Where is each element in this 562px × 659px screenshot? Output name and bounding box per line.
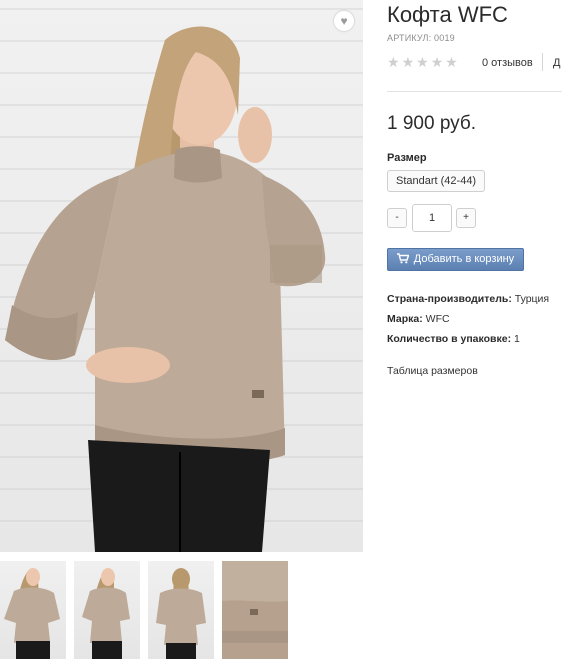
product-price: 1 900 руб. (387, 113, 477, 134)
star-icon[interactable]: ★ (387, 55, 400, 69)
product-properties: Страна-производитель: Турция Марка: WFC … (387, 292, 549, 352)
reviews-link[interactable]: 0 отзывов (482, 57, 533, 69)
size-label: Размер (387, 152, 427, 164)
thumbnail-1[interactable] (0, 561, 66, 659)
property-name: Страна-производитель: (387, 293, 512, 305)
thumbnail-3[interactable] (148, 561, 214, 659)
main-product-image[interactable]: ♥ (0, 0, 363, 552)
property-value: Турция (514, 293, 550, 305)
property-value: WFC (425, 313, 450, 325)
property-row: Страна-производитель: Турция (387, 292, 549, 312)
add-to-cart-label: Добавить в корзину (413, 253, 515, 265)
thumbnail-4[interactable] (222, 561, 288, 659)
size-table-link[interactable]: Таблица размеров (387, 365, 478, 377)
star-icon[interactable]: ★ (402, 55, 415, 69)
thumbnail-strip (0, 561, 300, 659)
product-sku: АРТИКУЛ: 0019 (387, 33, 455, 43)
property-row: Количество в упаковке: 1 (387, 332, 549, 352)
quantity-input[interactable] (412, 204, 452, 232)
star-icon[interactable]: ★ (431, 55, 444, 69)
divider (542, 53, 543, 71)
wishlist-heart-icon[interactable]: ♥ (334, 11, 354, 31)
property-value: 1 (514, 333, 520, 345)
add-to-cart-button[interactable]: Добавить в корзину (387, 248, 524, 271)
thumbnail-2[interactable] (74, 561, 140, 659)
shopping-cart-icon (396, 252, 410, 267)
property-name: Марка: (387, 313, 423, 325)
property-name: Количество в упаковке: (387, 333, 512, 345)
divider (387, 91, 562, 92)
quantity-minus-button[interactable]: - (387, 208, 407, 228)
model-illustration (5, 26, 326, 552)
star-icon[interactable]: ★ (445, 55, 458, 69)
rating-stars[interactable]: ★ ★ ★ ★ ★ (387, 55, 458, 69)
quantity-plus-button[interactable]: + (456, 208, 476, 228)
star-icon[interactable]: ★ (416, 55, 429, 69)
size-option-button[interactable]: Standart (42-44) (387, 170, 486, 192)
truncated-link[interactable]: Д (553, 57, 560, 69)
property-row: Марка: WFC (387, 312, 549, 332)
product-title: Кофта WFC (387, 2, 508, 27)
